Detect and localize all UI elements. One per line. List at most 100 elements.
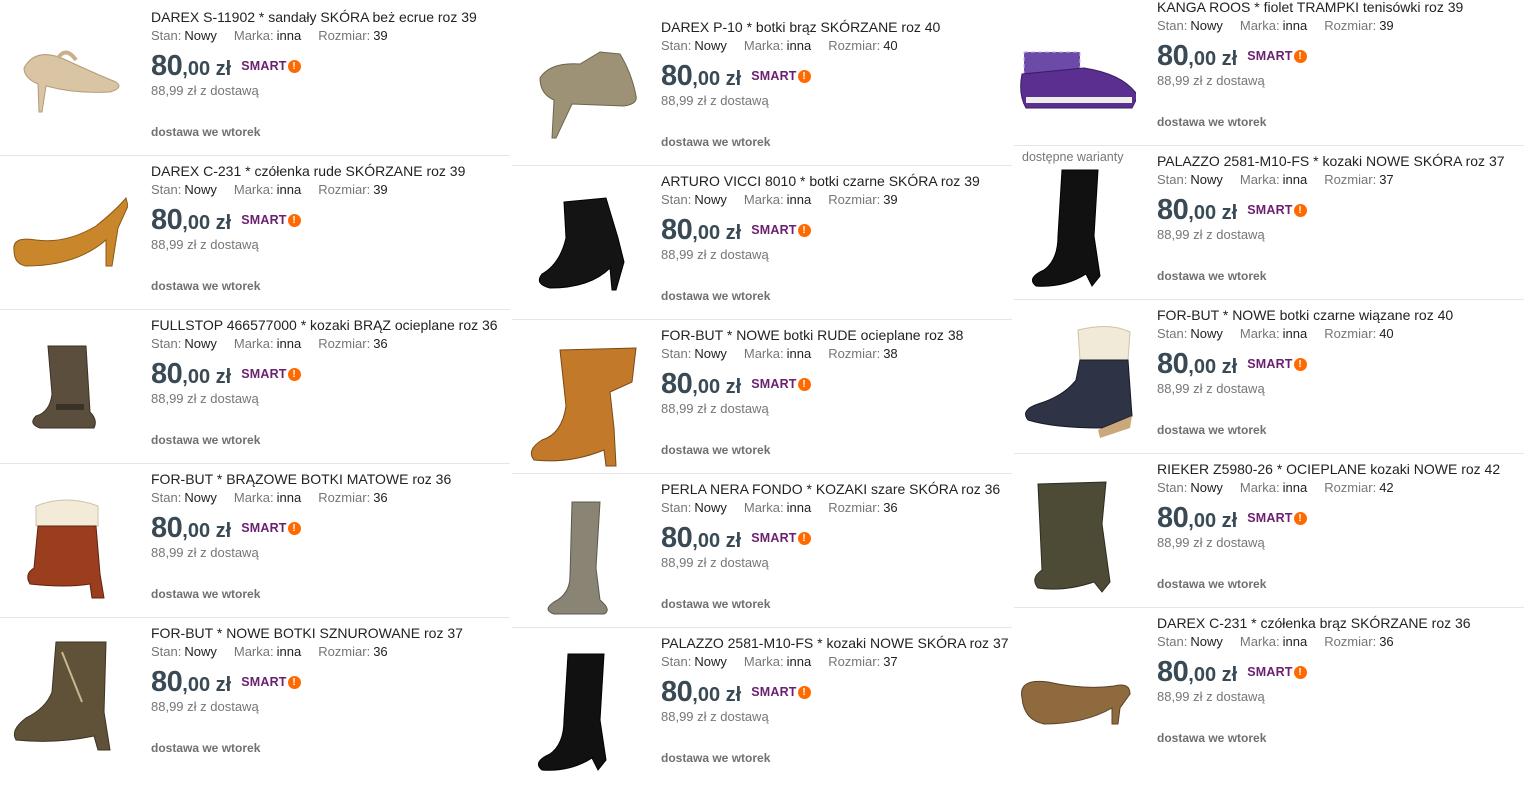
offer-title[interactable]: DAREX C-231 * czółenka brąz SKÓRZANE roz…	[1157, 614, 1471, 632]
condition-value: Nowy	[694, 192, 727, 207]
offer-title[interactable]: FOR-BUT * NOWE BOTKI SZNUROWANE roz 37	[151, 624, 463, 642]
size-label: Rozmiar:	[1324, 480, 1377, 495]
offer-title[interactable]: PALAZZO 2581-M10-FS * kozaki NOWE SKÓRA …	[1157, 152, 1505, 170]
smart-badge: SMART!	[1247, 203, 1307, 217]
offer-card[interactable]: FULLSTOP 466577000 * kozaki BRĄZ ociepla…	[0, 310, 510, 464]
condition-label: Stan:	[151, 644, 182, 659]
price: 80,00 zł	[661, 676, 741, 709]
size-label: Rozmiar:	[1324, 634, 1377, 649]
offer-params: Stan: Nowy Marka: inna Rozmiar: 37	[661, 653, 1009, 671]
offer-card[interactable]: FOR-BUT * NOWE botki RUDE ocieplane roz …	[512, 320, 1012, 474]
condition-value: Nowy	[694, 654, 727, 669]
price-main: 80	[661, 675, 693, 708]
smart-label: SMART	[1247, 357, 1293, 371]
offer-thumbnail[interactable]	[520, 342, 642, 470]
size-label: Rozmiar:	[318, 182, 371, 197]
smart-badge: SMART!	[241, 367, 301, 381]
offer-title[interactable]: PALAZZO 2581-M10-FS * kozaki NOWE SKÓRA …	[661, 634, 1009, 652]
price: 80,00 zł	[1157, 194, 1237, 227]
brand-value: inna	[786, 654, 812, 669]
offer-thumbnail[interactable]	[6, 632, 128, 760]
offer-card[interactable]: ARTURO VICCI 8010 * botki czarne SKÓRA r…	[512, 166, 1012, 320]
offer-card[interactable]: KANGA ROOS * fiolet TRAMPKI tenisówki ro…	[1014, 0, 1524, 164]
offer-title[interactable]: FULLSTOP 466577000 * kozaki BRĄZ ociepla…	[151, 316, 498, 334]
price-with-delivery: 88,99 zł z dostawą	[1157, 689, 1265, 704]
size-label: Rozmiar:	[1324, 18, 1377, 33]
offer-thumbnail[interactable]	[6, 478, 128, 606]
offer-card[interactable]: DAREX C-231 * czółenka rude SKÓRZANE roz…	[0, 156, 510, 310]
offer-thumbnail[interactable]	[520, 650, 642, 778]
shoe-image	[6, 324, 128, 452]
smart-badge: SMART!	[751, 531, 811, 545]
offer-card[interactable]: FOR-BUT * NOWE BOTKI SZNUROWANE roz 37 St…	[0, 618, 510, 772]
brand-value: inna	[786, 192, 812, 207]
smart-label: SMART	[241, 59, 287, 73]
condition-value: Nowy	[184, 28, 217, 43]
offer-card[interactable]: DAREX P-10 * botki brąz SKÓRZANE roz 40 S…	[512, 12, 1012, 166]
condition-label: Stan:	[661, 346, 692, 361]
offer-title[interactable]: FOR-BUT * NOWE botki czarne wiązane roz …	[1157, 306, 1453, 324]
offer-thumbnail[interactable]	[6, 324, 128, 452]
smart-icon: !	[797, 685, 811, 699]
offer-params: Stan: Nowy Marka: inna Rozmiar: 36	[1157, 633, 1471, 651]
offer-title[interactable]: DAREX S-11902 * sandały SKÓRA beż ecrue …	[151, 8, 477, 26]
offer-title[interactable]: RIEKER Z5980-26 * OCIEPLANE kozaki NOWE …	[1157, 460, 1500, 478]
price-row: 80,00 zł SMART!	[661, 367, 963, 401]
brand-label: Marka:	[233, 336, 274, 351]
brand-value: inna	[1282, 480, 1308, 495]
price-with-delivery: 88,99 zł z dostawą	[151, 83, 259, 98]
smart-label: SMART	[1247, 665, 1293, 679]
offer-thumbnail[interactable]	[1014, 166, 1136, 294]
offer-card[interactable]: RIEKER Z5980-26 * OCIEPLANE kozaki NOWE …	[1014, 454, 1524, 608]
condition-value: Nowy	[1190, 18, 1223, 33]
delivery-time: dostawa we wtorek	[1157, 423, 1267, 437]
price: 80,00 zł	[151, 512, 231, 545]
smart-icon: !	[1293, 511, 1307, 525]
listing-column-1: DAREX S-11902 * sandały SKÓRA beż ecrue …	[0, 0, 510, 793]
offer-params: Stan: Nowy Marka: inna Rozmiar: 38	[661, 345, 963, 363]
offer-thumbnail[interactable]	[520, 496, 642, 624]
offer-title[interactable]: ARTURO VICCI 8010 * botki czarne SKÓRA r…	[661, 172, 980, 190]
offer-title[interactable]: KANGA ROOS * fiolet TRAMPKI tenisówki ro…	[1157, 0, 1463, 16]
offer-thumbnail[interactable]	[6, 170, 128, 298]
offer-title[interactable]: FOR-BUT * BRĄZOWE BOTKI MATOWE roz 36	[151, 470, 451, 488]
delivery-time: dostawa we wtorek	[151, 433, 261, 447]
offer-title[interactable]: FOR-BUT * NOWE botki RUDE ocieplane roz …	[661, 326, 963, 344]
delivery-time: dostawa we wtorek	[661, 135, 771, 149]
offer-title[interactable]: PERLA NERA FONDO * KOZAKI szare SKÓRA ro…	[661, 480, 1000, 498]
offer-params: Stan: Nowy Marka: inna Rozmiar: 36	[661, 499, 1000, 517]
offer-card[interactable]: FOR-BUT * BRĄZOWE BOTKI MATOWE roz 36 Sta…	[0, 464, 510, 618]
price-row: 80,00 zł SMART!	[151, 357, 498, 391]
delivery-time: dostawa we wtorek	[1157, 731, 1267, 745]
price-with-delivery: 88,99 zł z dostawą	[151, 237, 259, 252]
brand-label: Marka:	[1239, 172, 1280, 187]
offer-card[interactable]: PALAZZO 2581-M10-FS * kozaki NOWE SKÓRA …	[512, 628, 1012, 782]
price-main: 80	[151, 511, 183, 544]
brand-value: inna	[276, 490, 302, 505]
offer-title[interactable]: DAREX P-10 * botki brąz SKÓRZANE roz 40	[661, 18, 940, 36]
smart-badge: SMART!	[751, 69, 811, 83]
offer-title[interactable]: DAREX C-231 * czółenka rude SKÓRZANE roz…	[151, 162, 465, 180]
price-cents: ,00 zł	[1188, 355, 1238, 378]
offer-card[interactable]: DAREX S-11902 * sandały SKÓRA beż ecrue …	[0, 2, 510, 156]
offer-thumbnail[interactable]	[1014, 628, 1136, 756]
price-with-delivery: 88,99 zł z dostawą	[1157, 227, 1265, 242]
offer-card[interactable]: PALAZZO 2581-M10-FS * kozaki NOWE SKÓRA …	[1014, 146, 1524, 300]
offer-thumbnail[interactable]	[1014, 12, 1136, 140]
smart-label: SMART	[1247, 511, 1293, 525]
smart-label: SMART	[1247, 49, 1293, 63]
offer-thumbnail[interactable]	[1014, 474, 1136, 602]
delivery-time: dostawa we wtorek	[151, 587, 261, 601]
offer-thumbnail[interactable]	[520, 188, 642, 316]
offer-thumbnail[interactable]	[6, 16, 128, 144]
offer-thumbnail[interactable]	[520, 34, 642, 162]
offer-card[interactable]: PERLA NERA FONDO * KOZAKI szare SKÓRA ro…	[512, 474, 1012, 628]
smart-badge: SMART!	[751, 377, 811, 391]
offer-card[interactable]: DAREX C-231 * czółenka brąz SKÓRZANE roz…	[1014, 608, 1524, 762]
offer-thumbnail[interactable]	[1014, 320, 1136, 448]
brand-label: Marka:	[1239, 18, 1280, 33]
offer-card[interactable]: FOR-BUT * NOWE botki czarne wiązane roz …	[1014, 300, 1524, 454]
size-label: Rozmiar:	[318, 28, 371, 43]
price-cents: ,00 zł	[692, 375, 742, 398]
delivery-time: dostawa we wtorek	[661, 751, 771, 765]
